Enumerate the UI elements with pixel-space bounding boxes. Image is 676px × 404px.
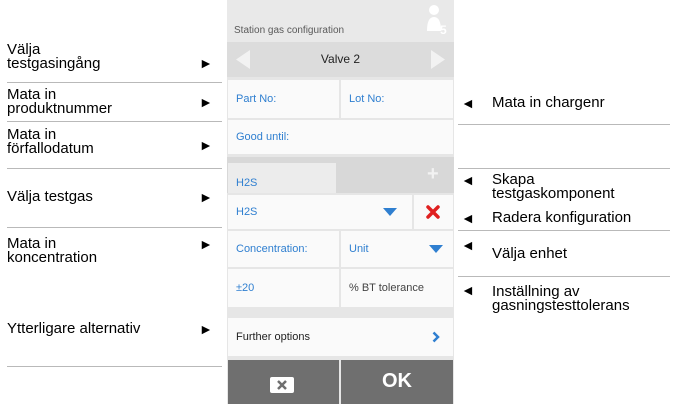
next-valve-button[interactable] xyxy=(420,42,454,77)
annotation-enter-lot-number: Mata in chargenr xyxy=(492,94,605,111)
divider xyxy=(458,276,670,277)
annotation-delete-configuration: Radera konfiguration xyxy=(492,209,632,226)
page-title: Station gas configuration xyxy=(234,25,345,36)
annotation-enter-concentration: Mata in koncentration xyxy=(7,236,98,266)
tab-label: H2S xyxy=(236,177,258,189)
ok-label: OK xyxy=(382,370,412,392)
tolerance-label: % BT tolerance xyxy=(349,282,425,294)
annotation-line: Ytterligare alternativ xyxy=(7,320,141,337)
user-station-icon: 5 xyxy=(427,5,447,37)
divider xyxy=(7,227,222,228)
arrow-right-icon: ► xyxy=(199,55,213,71)
divider xyxy=(7,82,222,83)
further-options-button[interactable]: Further options xyxy=(228,318,453,356)
divider xyxy=(458,230,670,231)
annotation-line: produktnummer xyxy=(7,100,113,117)
arrow-left-icon: ◄ xyxy=(461,172,475,188)
station-badge-number: 5 xyxy=(440,23,447,37)
further-options-label: Further options xyxy=(236,331,310,343)
arrow-right-icon: ► xyxy=(199,189,213,205)
close-icon xyxy=(270,377,294,393)
annotation-enter-expiry-date: Mata in förfallodatum xyxy=(7,127,94,157)
annotation-select-testgas: Välja testgas xyxy=(7,188,93,205)
arrow-left-icon: ◄ xyxy=(461,237,475,253)
triangle-right-icon xyxy=(431,50,445,69)
annotation-create-testgas-component: Skapa testgaskomponent xyxy=(492,172,615,202)
annotation-enter-product-number: Mata in produktnummer xyxy=(7,87,113,117)
annotation-line: koncentration xyxy=(7,249,98,266)
delete-configuration-button[interactable] xyxy=(414,195,453,229)
concentration-label: Concentration: xyxy=(236,243,308,255)
part-number-field[interactable]: Part No: xyxy=(228,80,339,118)
chevron-down-icon xyxy=(383,208,397,216)
good-until-field[interactable]: Good until: xyxy=(228,120,453,154)
tolerance-unit-label: % BT tolerance xyxy=(341,269,453,307)
triangle-left-icon xyxy=(236,50,250,69)
gas-select-value: H2S xyxy=(236,206,258,218)
arrow-right-icon: ► xyxy=(199,236,213,252)
chevron-down-icon xyxy=(429,245,443,253)
lot-number-label: Lot No: xyxy=(349,93,385,105)
annotation-line: förfallodatum xyxy=(7,140,94,157)
divider xyxy=(7,121,222,122)
annotation-line: testgaskomponent xyxy=(492,185,615,202)
good-until-label: Good until: xyxy=(236,131,290,143)
valve-selector: Valve 2 xyxy=(227,42,454,77)
add-component-button[interactable]: + xyxy=(416,162,453,188)
annotation-select-testgas-input: Välja testgasingång xyxy=(7,42,101,72)
unit-select-value: Unit xyxy=(349,243,369,255)
device-screen: Station gas configuration 5 Valve 2 Part… xyxy=(227,0,454,404)
arrow-right-icon: ► xyxy=(199,137,213,153)
cancel-button[interactable] xyxy=(228,360,339,404)
arrow-left-icon: ◄ xyxy=(461,95,475,111)
valve-label: Valve 2 xyxy=(320,52,361,66)
arrow-right-icon: ► xyxy=(199,94,213,110)
chevron-right-icon xyxy=(432,331,440,343)
divider xyxy=(458,124,670,125)
part-number-label: Part No: xyxy=(236,93,277,105)
arrow-left-icon: ◄ xyxy=(461,282,475,298)
previous-valve-button[interactable] xyxy=(227,42,261,77)
divider xyxy=(458,168,670,169)
annotation-line: Mata in chargenr xyxy=(492,94,605,111)
gas-select[interactable]: H2S xyxy=(228,195,412,229)
annotation-select-unit: Välja enhet xyxy=(492,245,568,262)
annotation-line: Radera konfiguration xyxy=(492,209,632,226)
unit-select[interactable]: Unit xyxy=(341,231,453,267)
concentration-field[interactable]: Concentration: xyxy=(228,231,339,267)
tab-gas-component[interactable]: H2S xyxy=(228,163,336,193)
ok-button[interactable]: OK xyxy=(341,360,453,404)
divider xyxy=(7,168,222,169)
annotation-line: Välja enhet xyxy=(492,245,568,262)
annotation-line: testgasingång xyxy=(7,55,101,72)
close-icon xyxy=(426,205,440,219)
arrow-right-icon: ► xyxy=(199,321,213,337)
header: Station gas configuration 5 xyxy=(227,0,454,42)
annotation-line: Välja testgas xyxy=(7,188,93,205)
arrow-left-icon: ◄ xyxy=(461,210,475,226)
tolerance-value-field[interactable]: ±20 xyxy=(228,269,339,307)
annotation-tolerance-setting: Inställning av gasningstesttolerans xyxy=(492,284,630,314)
annotation-line: gasningstesttolerans xyxy=(492,297,630,314)
plus-icon: + xyxy=(427,163,439,185)
tolerance-value: ±20 xyxy=(236,282,255,294)
divider xyxy=(7,366,222,367)
annotation-further-options: Ytterligare alternativ xyxy=(7,320,141,337)
lot-number-field[interactable]: Lot No: xyxy=(341,80,453,118)
